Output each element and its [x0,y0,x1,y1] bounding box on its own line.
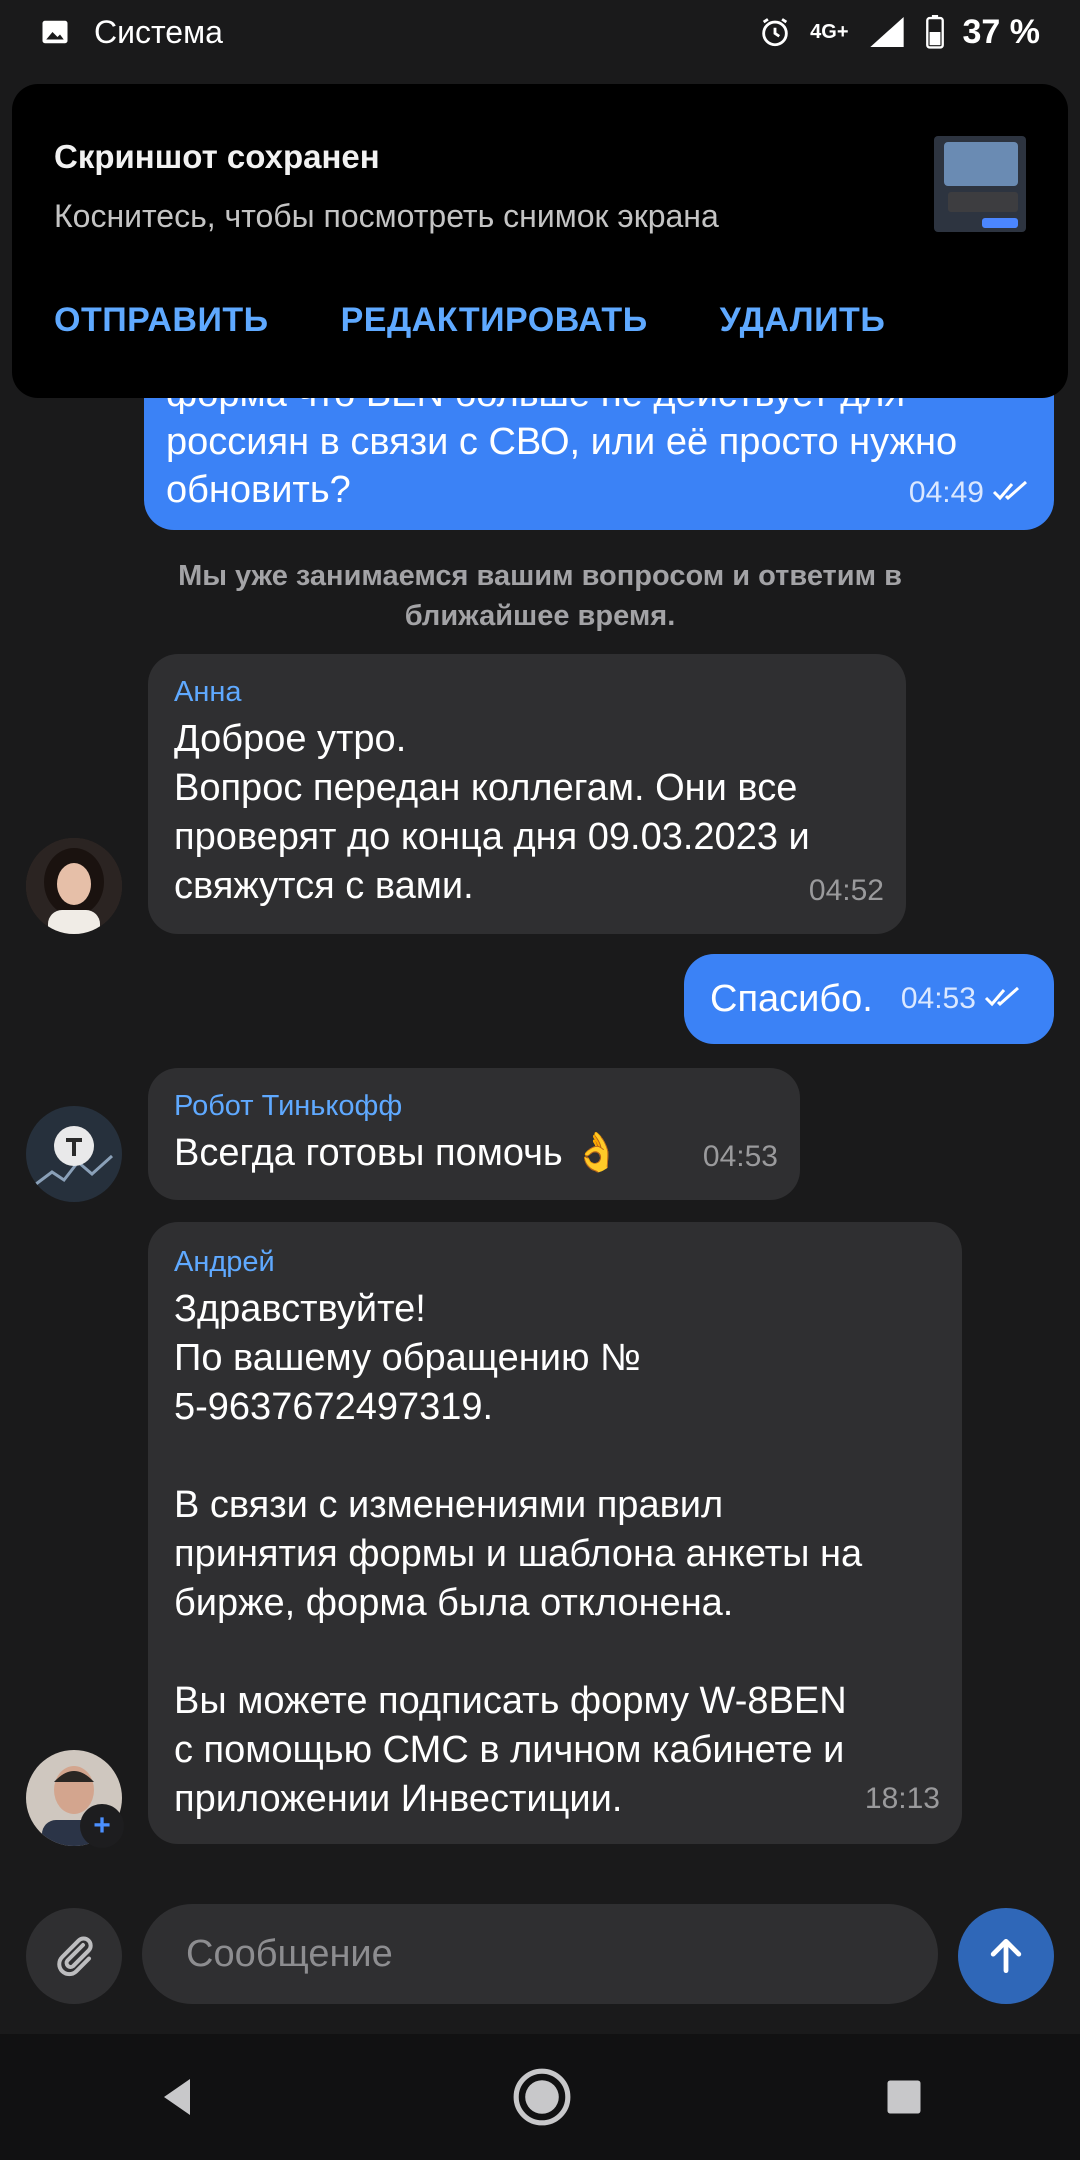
message-time: 04:49 [908,476,984,509]
home-icon[interactable] [511,2066,573,2128]
message-text: Всегда готовы помочь 👌 [174,1132,621,1174]
message-incoming[interactable]: Андрей Здравствуйте! По вашему обращению… [148,1222,962,1844]
add-contact-badge[interactable]: + [80,1804,124,1848]
message-meta: 04:49 [909,476,1030,510]
message-time: 04:53 [900,982,976,1015]
plus-icon: + [93,1809,111,1842]
message-text: Здравствуйте! По вашему обращению № 5-96… [174,1288,863,1820]
status-bar: Система 4G+ 37 % [0,0,1080,64]
alarm-icon [758,15,792,49]
back-icon[interactable] [154,2073,202,2121]
screenshot-thumbnail[interactable] [934,136,1026,232]
message-input-placeholder: Сообщение [186,1932,393,1975]
avatar[interactable] [26,1106,122,1202]
network-type: 4G+ [810,20,849,43]
message-text: Доброе утро. Вопрос передан коллегам. Он… [174,718,810,907]
avatar[interactable] [26,838,122,934]
image-icon [40,17,70,47]
message-outgoing[interactable]: Спасибо. 04:53 [684,954,1054,1044]
arrow-up-icon [984,1934,1028,1978]
status-left: Система [40,14,223,51]
message-composer: Сообщение [0,1878,1080,2034]
screenshot-notification[interactable]: Скриншот сохранен Коснитесь, чтобы посмо… [12,84,1068,398]
notification-actions: ОТПРАВИТЬ РЕДАКТИРОВАТЬ УДАЛИТЬ [54,301,1026,340]
notification-title: Скриншот сохранен [54,138,380,175]
message-text: Спасибо. [710,977,873,1020]
attach-button[interactable] [26,1908,122,2004]
paperclip-icon [50,1932,98,1980]
send-button[interactable] [958,1908,1054,2004]
message-incoming[interactable]: Робот Тинькофф Всегда готовы помочь 👌 04… [148,1068,800,1200]
message-sender[interactable]: Анна [174,676,884,709]
send-action-button[interactable]: ОТПРАВИТЬ [54,301,269,340]
message-incoming[interactable]: Анна Доброе утро. Вопрос передан коллега… [148,654,906,934]
edit-action-button[interactable]: РЕДАКТИРОВАТЬ [341,301,648,340]
recents-icon[interactable] [882,2075,926,2119]
status-app-name: Система [94,13,223,50]
message-time: 18:13 [864,1782,940,1815]
delete-action-button[interactable]: УДАЛИТЬ [720,301,886,340]
notification-subtitle: Коснитесь, чтобы посмотреть снимок экран… [54,198,719,234]
double-check-icon [992,480,1030,507]
double-check-icon [984,986,1022,1013]
message-time: 04:53 [702,1140,778,1173]
message-sender[interactable]: Андрей [174,1246,940,1279]
message-time: 04:52 [808,874,884,907]
status-right: 4G+ 37 % [758,13,1040,52]
navigation-bar [0,2034,1080,2160]
system-note: Мы уже занимаемся вашим вопросом и ответ… [178,560,902,632]
battery-level: 37 % [962,12,1041,51]
signal-icon [867,15,907,49]
message-sender[interactable]: Робот Тинькофф [174,1090,778,1123]
message-input[interactable]: Сообщение [142,1904,938,2004]
battery-icon [925,15,945,49]
